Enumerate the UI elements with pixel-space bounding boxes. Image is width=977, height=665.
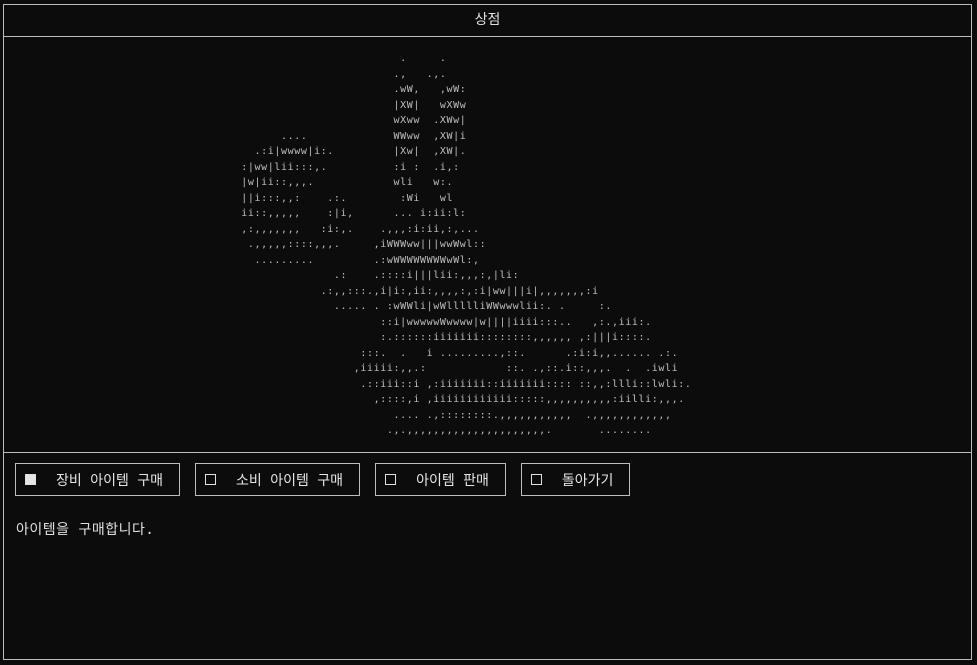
menu-item-label: 아이템 판매 bbox=[416, 472, 489, 489]
window-title: 상점 bbox=[4, 5, 971, 37]
sell-item-button[interactable]: 아이템 판매 bbox=[375, 463, 506, 496]
status-message: 아이템을 구매합니다. bbox=[16, 522, 155, 538]
ascii-art-teapot: . . ., .,. .wW, ,wW: |XW| wXWw wXww .XWw… bbox=[241, 53, 692, 436]
ascii-art-panel: . . ., .,. .wW, ,wW: |XW| wXWw wXww .XWw… bbox=[4, 37, 971, 453]
menu-item-label: 돌아가기 bbox=[561, 472, 614, 489]
buy-consumable-button[interactable]: 소비 아이템 구매 bbox=[195, 463, 361, 496]
checkbox-icon bbox=[385, 474, 397, 485]
menu-item-label: 소비 아이템 구매 bbox=[236, 472, 344, 489]
shop-menu: 장비 아이템 구매 소비 아이템 구매 아이템 판매 돌아가기 bbox=[15, 463, 631, 496]
shop-window: 상점 . . ., .,. .wW, ,wW: |XW| wXWw wXww .… bbox=[3, 4, 972, 660]
checkbox-icon bbox=[25, 474, 36, 485]
go-back-button[interactable]: 돌아가기 bbox=[520, 463, 631, 496]
menu-item-label: 장비 아이템 구매 bbox=[56, 472, 164, 489]
buy-equipment-button[interactable]: 장비 아이템 구매 bbox=[15, 463, 181, 496]
checkbox-icon bbox=[530, 474, 542, 485]
checkbox-icon bbox=[205, 474, 217, 485]
